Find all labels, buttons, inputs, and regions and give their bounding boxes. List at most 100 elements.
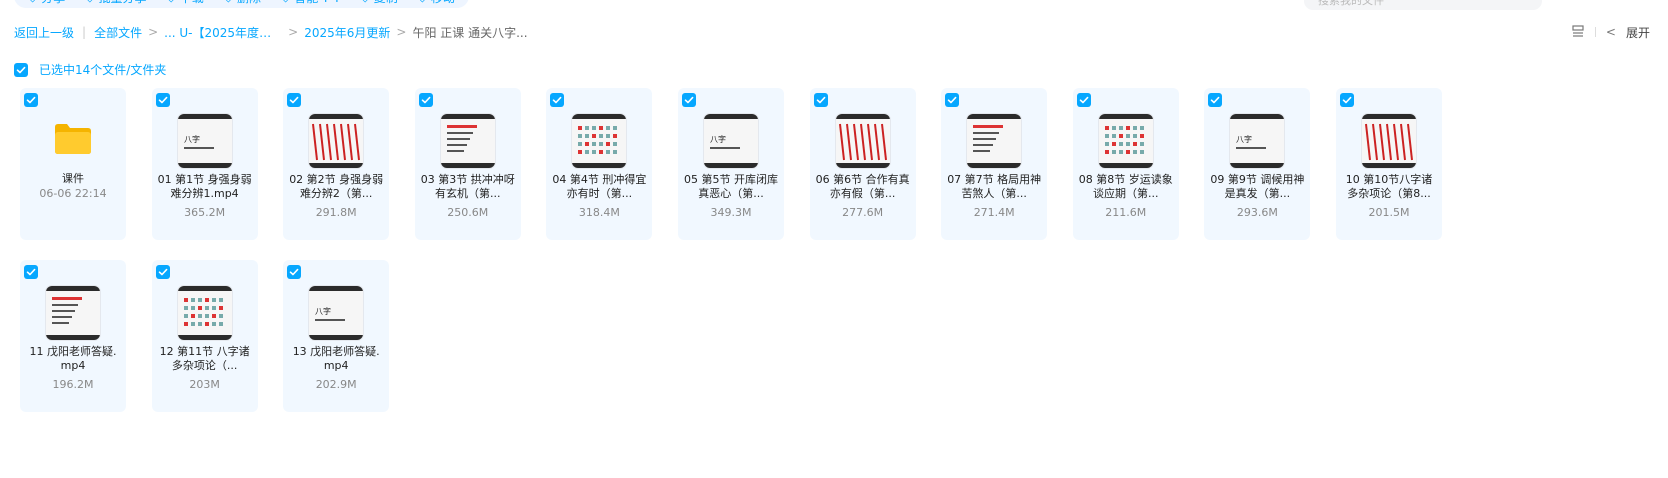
chevron-right-icon: >	[288, 25, 299, 39]
toolbar-item-label: 删除	[237, 0, 261, 6]
item-checkbox[interactable]	[155, 93, 170, 107]
file-size: 196.2M	[52, 378, 94, 391]
svg-text:八字: 八字	[1236, 134, 1252, 144]
expand-button[interactable]: 展开	[1626, 24, 1650, 41]
file-name: 08 第8节 岁运读象谈应期（第...	[1078, 173, 1173, 200]
file-item[interactable]: 12 第11节 八字诸多杂项论（... 203M	[151, 260, 258, 412]
back-link[interactable]: 返回上一级	[14, 24, 74, 41]
item-checkbox[interactable]	[550, 93, 565, 107]
file-name: 02 第2节 身强身弱难分辨2（第...	[289, 173, 384, 200]
view-toggle-icon[interactable]	[1571, 24, 1585, 41]
item-checkbox[interactable]	[682, 93, 696, 107]
item-checkbox[interactable]	[1208, 93, 1223, 107]
video-thumbnail	[967, 114, 1022, 168]
video-thumbnail	[177, 286, 232, 340]
file-name: 01 第1节 身强身弱难分辨1.mp4	[157, 173, 252, 200]
video-thumbnail: 八字	[1230, 114, 1285, 168]
breadcrumb-level1[interactable]: ... U-【2025年度整理...	[164, 24, 282, 41]
view-tools: < 展开	[1571, 23, 1650, 41]
file-name: 06 第6节 合作有真亦有假（第...	[815, 173, 910, 200]
breadcrumb: 返回上一级 | 全部文件 > ... U-【2025年度整理... > 2025…	[14, 23, 528, 41]
download-icon: ◇	[167, 0, 176, 4]
toolbar-item-label: 分享	[41, 0, 65, 6]
file-name: 课件	[62, 172, 84, 185]
file-item[interactable]: 08 第8节 岁运读象谈应期（第... 211.6M	[1072, 88, 1179, 240]
toolbar-item-3[interactable]: ◇ 删除	[224, 0, 261, 6]
file-item[interactable]: 11 戊阳老师答疑.mp4 196.2M	[20, 260, 126, 412]
folder-item[interactable]: 课件 06-06 22:14	[20, 88, 126, 240]
file-size: 202.9M	[315, 378, 357, 391]
toolbar-item-5[interactable]: ◇ 复制	[361, 0, 398, 6]
file-grid: 课件 06-06 22:14 八字 01 第1节 身强身弱难分辨1.mp4 365.2M…	[20, 88, 1580, 428]
file-item[interactable]: 04 第4节 刑冲得宜亦有时（第... 318.4M	[546, 88, 653, 240]
video-thumbnail	[309, 114, 364, 168]
search-input[interactable]: 搜索我的文件	[1304, 0, 1542, 10]
file-item[interactable]: 02 第2节 身强身弱难分辨2（第... 291.8M	[283, 88, 390, 240]
file-size: 293.6M	[1236, 206, 1278, 219]
item-checkbox[interactable]	[155, 265, 170, 279]
divider	[1594, 27, 1596, 37]
file-item[interactable]: 八字 13 戊阳老师答疑.mp4 202.9M	[283, 260, 390, 412]
file-name: 11 戊阳老师答疑.mp4	[29, 345, 117, 372]
file-item[interactable]: 07 第7节 格局用神苦煞人（第... 271.4M	[941, 88, 1048, 240]
svg-text:八字: 八字	[315, 306, 331, 316]
file-item[interactable]: 10 第10节八字诸多杂项论（第8... 201.5M	[1336, 88, 1442, 240]
file-size: 277.6M	[842, 206, 884, 219]
selection-count-label: 已选中14个文件/文件夹	[39, 63, 167, 77]
video-thumbnail	[1098, 114, 1153, 168]
video-thumbnail	[572, 114, 627, 168]
file-name: 10 第10节八字诸多杂项论（第8...	[1345, 173, 1433, 200]
video-thumbnail: 八字	[177, 114, 232, 168]
file-name: 03 第3节 拱冲冲呀有玄机（第...	[420, 173, 515, 200]
file-size: 271.4M	[973, 206, 1015, 219]
video-thumbnail	[46, 286, 100, 340]
toolbar-item-6[interactable]: ◇ 移动	[418, 0, 455, 6]
chevron-right-icon: >	[148, 25, 159, 39]
breadcrumb-divider: |	[82, 25, 87, 39]
toolbar-item-4[interactable]: ◇ 智能 T T	[281, 0, 341, 6]
item-checkbox[interactable]	[24, 265, 38, 279]
file-size: 203M	[189, 378, 220, 391]
file-size: 365.2M	[184, 206, 226, 219]
video-thumbnail	[1362, 114, 1416, 168]
file-size: 250.6M	[447, 206, 489, 219]
file-name: 13 戊阳老师答疑.mp4	[292, 345, 380, 372]
delete-icon: ◇	[224, 0, 233, 4]
toolbar-item-0[interactable]: ◇ 分享	[28, 0, 65, 6]
toolbar-item-2[interactable]: ◇ 下载	[167, 0, 204, 6]
file-item[interactable]: 03 第3节 拱冲冲呀有玄机（第... 250.6M	[414, 88, 521, 240]
item-checkbox[interactable]	[945, 93, 960, 107]
file-item[interactable]: 八字 05 第5节 开库闭库真恶心（第... 349.3M	[678, 88, 784, 240]
chevron-left-icon[interactable]: <	[1606, 25, 1616, 39]
copy-icon: ◇	[361, 0, 370, 4]
file-item[interactable]: 06 第6节 合作有真亦有假（第... 277.6M	[809, 88, 916, 240]
file-size: 211.6M	[1105, 206, 1147, 219]
select-all-row: 已选中14个文件/文件夹	[14, 61, 166, 78]
item-checkbox[interactable]	[287, 93, 302, 107]
file-item[interactable]: 八字 01 第1节 身强身弱难分辨1.mp4 365.2M	[151, 88, 258, 240]
batch-toolbar: ◇ 分享 ◇ 批量分享 ◇ 下载 ◇ 删除 ◇ 智能 T T ◇ 复制 ◇ 移动	[14, 0, 470, 8]
item-checkbox[interactable]	[813, 93, 828, 107]
toolbar-item-label: 复制	[374, 0, 398, 6]
svg-text:八字: 八字	[184, 134, 200, 144]
toolbar-item-1[interactable]: ◇ 批量分享	[85, 0, 146, 6]
item-checkbox[interactable]	[24, 93, 38, 107]
file-size: 201.5M	[1368, 206, 1410, 219]
breadcrumb-root[interactable]: 全部文件	[94, 24, 142, 41]
breadcrumb-level2[interactable]: 2025年6月更新	[304, 24, 390, 41]
item-checkbox[interactable]	[1076, 93, 1091, 107]
file-item[interactable]: 八字 09 第9节 调候用神是真发（第... 293.6M	[1204, 88, 1311, 240]
toolbar-item-label: 移动	[431, 0, 455, 6]
folder-icon	[53, 121, 93, 159]
video-thumbnail: 八字	[309, 286, 364, 340]
toolbar-item-label: 下载	[180, 0, 204, 6]
move-icon: ◇	[418, 0, 427, 4]
modified-time: 06-06 22:14	[39, 187, 107, 200]
item-checkbox[interactable]	[287, 265, 302, 279]
item-checkbox[interactable]	[418, 93, 433, 107]
batch-share-icon: ◇	[85, 0, 94, 4]
item-checkbox[interactable]	[1340, 93, 1354, 107]
select-all-checkbox[interactable]	[14, 62, 28, 77]
smart-icon: ◇	[281, 0, 290, 4]
video-thumbnail	[440, 114, 495, 168]
